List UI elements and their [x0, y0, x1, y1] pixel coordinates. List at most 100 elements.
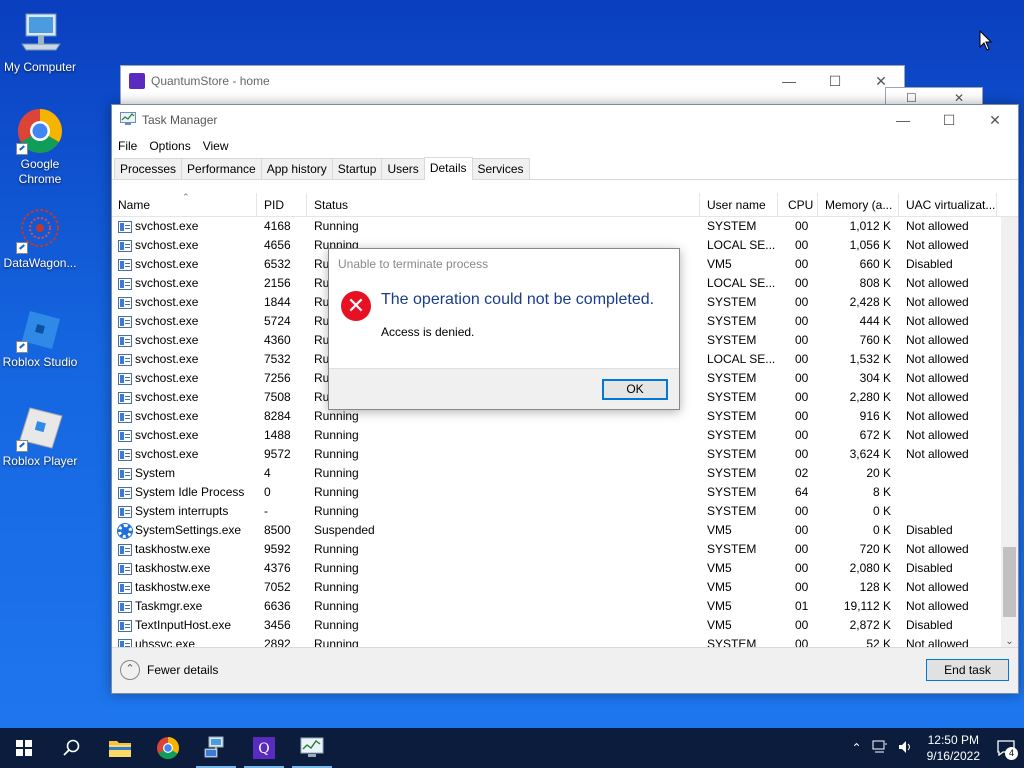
desktop-icon-datawagon[interactable]: DataWagon...: [0, 206, 80, 271]
column-header-uac[interactable]: UAC virtualizat...: [899, 193, 997, 216]
title-bar: Task Manager — ☐ ✕: [112, 105, 1018, 135]
table-row[interactable]: Taskmgr.exe 6636 Running VM5 01 19,112 K Not a…: [112, 597, 1018, 616]
cell-name: TextInputHost.exe: [112, 616, 257, 635]
cell-uac: Not allowed: [906, 295, 969, 309]
start-button[interactable]: [0, 728, 48, 768]
gear-icon: [117, 522, 133, 539]
search-button[interactable]: [48, 728, 96, 768]
cell-user: SYSTEM: [707, 428, 757, 442]
taskbar-file-explorer[interactable]: [96, 728, 144, 768]
table-row[interactable]: taskhostw.exe 9592 Running SYSTEM 00 720 K Not…: [112, 540, 1018, 559]
cell-status: Running: [314, 618, 359, 632]
notification-center-button[interactable]: 4: [988, 728, 1024, 768]
cell-cpu: 02: [795, 466, 809, 480]
table-row[interactable]: System Idle Process 0 Running SYSTEM 64 8 K: [112, 483, 1018, 502]
process-icon: [118, 353, 132, 366]
ok-button[interactable]: OK: [602, 379, 668, 400]
start-icon: [16, 740, 32, 756]
tab-app-history[interactable]: App history: [260, 158, 333, 179]
taskbar-chrome[interactable]: [144, 728, 192, 768]
table-row[interactable]: SystemSettings.exe 8500 Suspended VM5 00 0 K D…: [112, 521, 1018, 540]
menu-file[interactable]: File: [118, 139, 137, 153]
tab-performance[interactable]: Performance: [181, 158, 262, 179]
cell-user: VM5: [707, 580, 732, 594]
close-button[interactable]: ✕: [954, 91, 964, 105]
scroll-down-icon[interactable]: ⌄: [1001, 636, 1018, 647]
cell-pid: 4360: [264, 333, 291, 347]
process-icon: [118, 315, 132, 328]
taskbar-quantumstore[interactable]: Q: [240, 728, 288, 768]
minimize-button[interactable]: —: [880, 105, 926, 135]
chevron-up-icon[interactable]: ⌃: [847, 741, 867, 755]
cell-status: Running: [314, 485, 359, 499]
tab-users[interactable]: Users: [381, 158, 425, 179]
cell-uac: Not allowed: [906, 238, 969, 252]
close-button[interactable]: ✕: [972, 105, 1018, 135]
fewer-details-button[interactable]: ⌃ Fewer details: [120, 660, 218, 680]
desktop-icon-roblox-studio[interactable]: Roblox Studio: [0, 305, 80, 370]
cell-uac: Not allowed: [906, 542, 969, 556]
shortcut-arrow-icon: [16, 242, 28, 254]
cell-uac: Disabled: [906, 618, 953, 632]
tab-startup[interactable]: Startup: [331, 158, 383, 179]
cell-uac: [899, 483, 997, 502]
table-row[interactable]: System interrupts - Running SYSTEM 00 0 K: [112, 502, 1018, 521]
cell-name: svchost.exe: [112, 312, 257, 331]
table-row[interactable]: svchost.exe 9572 Running SYSTEM 00 3,624 K Not…: [112, 445, 1018, 464]
column-header-user[interactable]: User name: [700, 193, 778, 216]
cell-name: svchost.exe: [112, 426, 257, 445]
column-header-cpu[interactable]: CPU: [778, 193, 818, 216]
column-header-memory[interactable]: Memory (a...: [818, 193, 899, 216]
maximize-button[interactable]: ☐: [812, 66, 858, 96]
cell-pid: 7508: [264, 390, 291, 404]
column-header-pid[interactable]: PID: [257, 193, 307, 216]
tab-details[interactable]: Details: [423, 157, 473, 180]
table-row[interactable]: taskhostw.exe 7052 Running VM5 00 128 K Not al…: [112, 578, 1018, 597]
desktop-icon-chrome[interactable]: Google Chrome: [0, 107, 80, 187]
table-row[interactable]: TextInputHost.exe 3456 Running VM5 00 2,872 K…: [112, 616, 1018, 635]
cell-user: LOCAL SE...: [707, 238, 776, 252]
minimize-button[interactable]: —: [766, 66, 812, 96]
process-name: System: [135, 466, 176, 480]
table-row[interactable]: svchost.exe 1488 Running SYSTEM 00 672 K Not a…: [112, 426, 1018, 445]
table-row[interactable]: System 4 Running SYSTEM 02 20 K: [112, 464, 1018, 483]
scrollbar-thumb[interactable]: [1003, 547, 1016, 617]
cell-uac: Not allowed: [906, 447, 969, 461]
tab-processes[interactable]: Processes: [114, 158, 183, 179]
network-icon[interactable]: [867, 740, 893, 757]
datawagon-icon: [16, 206, 64, 254]
cell-cpu: 00: [795, 409, 809, 423]
cell-name: System interrupts: [112, 502, 257, 521]
cell-name: Taskmgr.exe: [112, 597, 257, 616]
maximize-button[interactable]: ☐: [926, 105, 972, 135]
cell-pid: 5724: [264, 314, 291, 328]
cell-cpu: 00: [795, 257, 809, 271]
cell-status: Running: [314, 542, 359, 556]
cell-memory: 720 K: [859, 542, 891, 556]
vertical-scrollbar[interactable]: ⌄: [1001, 217, 1018, 649]
tab-services[interactable]: Services: [471, 158, 530, 179]
end-task-button[interactable]: End task: [926, 659, 1009, 681]
table-row[interactable]: taskhostw.exe 4376 Running VM5 00 2,080 K Disa…: [112, 559, 1018, 578]
menu-options[interactable]: Options: [149, 139, 190, 153]
volume-icon[interactable]: [893, 740, 919, 757]
cell-uac: Not allowed: [906, 333, 969, 347]
maximize-button[interactable]: ☐: [906, 91, 917, 105]
column-header-status[interactable]: Status: [307, 193, 700, 216]
taskbar-task-manager[interactable]: [288, 728, 336, 768]
cell-cpu: 00: [795, 542, 809, 556]
taskmgr-icon: [300, 737, 324, 757]
table-row[interactable]: svchost.exe 4168 Running SYSTEM 00 1,012 K Not…: [112, 217, 1018, 236]
system-tray: ⌃ 12:50 PM 9/16/2022 4: [847, 728, 1024, 768]
process-icon: [118, 334, 132, 347]
cell-cpu: 00: [795, 276, 809, 290]
roblox-studio-icon: [16, 305, 64, 353]
error-dialog[interactable]: Unable to terminate process ✕ The operat…: [328, 248, 680, 410]
clock[interactable]: 12:50 PM 9/16/2022: [919, 732, 988, 764]
taskbar-network-app[interactable]: [192, 728, 240, 768]
dialog-content: Access is denied.: [381, 325, 475, 339]
desktop-icon-my-computer[interactable]: My Computer: [0, 10, 80, 75]
desktop-icon-roblox-player[interactable]: Roblox Player: [0, 404, 80, 469]
menu-view[interactable]: View: [203, 139, 229, 153]
cell-cpu: 00: [795, 523, 809, 537]
